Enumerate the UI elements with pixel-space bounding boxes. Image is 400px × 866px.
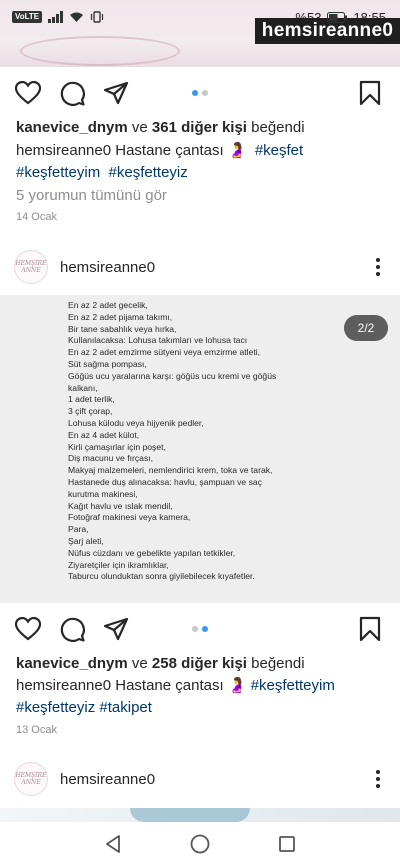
carousel-indicator xyxy=(192,626,208,632)
vibrate-icon xyxy=(91,11,104,23)
checklist-item: Kirli çamaşırlar için poşet, xyxy=(68,441,166,452)
post-header: HEMŞİRE ANNE hemsireanne0 xyxy=(0,242,400,292)
like-heart-icon[interactable] xyxy=(14,615,42,643)
bookmark-save-icon[interactable] xyxy=(356,615,384,643)
likes-suffix: beğendi xyxy=(251,655,305,672)
checklist-item: Diş macunu ve fırçası, xyxy=(68,453,154,464)
share-send-icon[interactable] xyxy=(102,615,130,643)
comment-icon[interactable] xyxy=(58,615,86,643)
checklist-item: Göğüs ucu yaralarına karşı: göğüs ucu kr… xyxy=(68,370,277,381)
more-options-icon[interactable] xyxy=(376,770,380,788)
likes-suffix: beğendi xyxy=(251,119,305,136)
checklist-item: Hastanede duş alınacaksa: havlu, şampuan… xyxy=(68,476,262,487)
checklist-item: Kullanılacaksa: Lohusa takımları ve lohu… xyxy=(68,335,248,346)
home-icon[interactable] xyxy=(188,832,212,856)
liker-username[interactable]: kanevice_dnym xyxy=(16,119,128,136)
checklist-item: Makyaj malzemeleri, nemlendirici krem, t… xyxy=(68,465,273,476)
system-nav-bar xyxy=(0,822,400,866)
avatar-text: HEMŞİRE xyxy=(15,772,47,779)
checklist-item: Fotoğraf makinesi veya kamera, xyxy=(68,512,191,523)
liker-username[interactable]: kanevice_dnym xyxy=(16,655,128,672)
checklist-item: Şarj aleti, xyxy=(68,535,104,546)
checklist-item: Bir tane sabahlık veya hırka, xyxy=(68,323,177,334)
checklist-item: 1 adet terlik, xyxy=(68,394,115,405)
other-likers[interactable]: 258 diğer kişi xyxy=(152,655,247,672)
checklist-item: En az 4 adet külot, xyxy=(68,429,140,440)
checklist-item: Ziyaretçiler için ikramlıklar, xyxy=(68,559,169,570)
next-post-image[interactable] xyxy=(0,808,400,822)
comment-icon[interactable] xyxy=(58,79,86,107)
avatar-text: ANNE xyxy=(21,267,41,274)
caption-text: Hastane çantası 🤰 xyxy=(115,142,247,159)
checklist-item: Süt sağma pompası, xyxy=(68,358,147,369)
avatar[interactable]: HEMŞİRE ANNE xyxy=(14,762,48,796)
checklist-item: Para, xyxy=(68,524,89,535)
battery-icon xyxy=(327,11,348,23)
share-send-icon[interactable] xyxy=(102,79,130,107)
avatar-text: HEMŞİRE xyxy=(15,260,47,267)
likes-summary[interactable]: kanevice_dnym ve 258 diğer kişi beğendi xyxy=(16,655,305,672)
caption-username[interactable]: hemsireanne0 xyxy=(16,677,111,694)
post-caption: hemsireanne0 Hastane çantası 🤰 #keşfet #… xyxy=(16,140,386,184)
checklist-item: kalkanı, xyxy=(68,382,98,393)
post-username[interactable]: hemsireanne0 xyxy=(60,771,155,788)
signal-icon xyxy=(48,11,64,23)
bookmark-save-icon[interactable] xyxy=(356,79,384,107)
volte-icon: VoLTE xyxy=(12,11,43,23)
battery-percent: %53 xyxy=(295,9,322,25)
checklist-item: 3 çift çorap, xyxy=(68,406,113,417)
avatar-text: ANNE xyxy=(21,779,41,786)
likes-connector: ve xyxy=(131,655,148,672)
carousel-dot xyxy=(202,90,208,96)
checklist-item: Taburcu olunduktan sonra giyilebilecek k… xyxy=(68,571,255,582)
post-header: HEMŞİRE ANNE hemsireanne0 xyxy=(0,754,400,804)
back-icon[interactable] xyxy=(101,832,125,856)
like-heart-icon[interactable] xyxy=(14,79,42,107)
caption-text: Hastane çantası 🤰 xyxy=(115,677,247,694)
more-options-icon[interactable] xyxy=(376,258,380,276)
likes-connector: ve xyxy=(131,119,148,136)
checklist-text: En az 2 adet gecelik, En az 2 adet pijama… xyxy=(68,300,368,583)
carousel-dot xyxy=(192,626,198,632)
caption-username[interactable]: hemsireanne0 xyxy=(16,142,111,159)
wifi-icon xyxy=(70,12,84,22)
checklist-item: En az 2 adet emzirme sütyeni veya emzirm… xyxy=(68,347,261,358)
carousel-dot xyxy=(202,626,208,632)
checklist-item: kurutma makinesi, xyxy=(68,488,138,499)
carousel-dot xyxy=(192,90,198,96)
decoration xyxy=(20,36,180,66)
carousel-indicator xyxy=(192,90,208,96)
checklist-item: Kağıt havlu ve ıslak mendil, xyxy=(68,500,173,511)
post-actions xyxy=(0,604,400,654)
other-likers[interactable]: 361 diğer kişi xyxy=(152,119,247,136)
hashtag[interactable]: #keşfetteyim xyxy=(251,677,335,694)
post-date: 13 Ocak xyxy=(16,724,57,736)
hashtag[interactable]: #takipet xyxy=(99,699,152,716)
hashtag[interactable]: #keşfetteyiz xyxy=(16,699,95,716)
image-shape xyxy=(130,808,250,822)
checklist-item: Lohusa külodu veya hijyenik pedler, xyxy=(68,417,204,428)
clock: 18:55 xyxy=(353,9,386,25)
hashtag[interactable]: #keşfet xyxy=(255,142,303,159)
post-username[interactable]: hemsireanne0 xyxy=(60,259,155,276)
hashtag[interactable]: #keşfetteyiz xyxy=(109,164,188,181)
view-all-comments-link[interactable]: 5 yorumun tümünü gör xyxy=(16,187,167,204)
post-actions xyxy=(0,68,400,118)
checklist-item: En az 2 adet gecelik, xyxy=(68,300,148,310)
hashtag[interactable]: #keşfetteyim xyxy=(16,164,100,181)
recents-icon[interactable] xyxy=(275,832,299,856)
checklist-item: Nüfus cüzdanı ve gebelikte yapılan tetki… xyxy=(68,547,236,558)
avatar[interactable]: HEMŞİRE ANNE xyxy=(14,250,48,284)
carousel-counter: 2/2 xyxy=(344,315,388,341)
status-bar: VoLTE %53 18:55 xyxy=(0,0,400,34)
post-image[interactable]: En az 2 adet gecelik, En az 2 adet pijama… xyxy=(0,295,400,603)
checklist-item: En az 2 adet pijama takımı, xyxy=(68,311,173,322)
post-date: 14 Ocak xyxy=(16,211,57,223)
likes-summary[interactable]: kanevice_dnym ve 361 diğer kişi beğendi xyxy=(16,119,305,136)
post-caption: hemsireanne0 Hastane çantası 🤰 #keşfette… xyxy=(16,675,386,719)
